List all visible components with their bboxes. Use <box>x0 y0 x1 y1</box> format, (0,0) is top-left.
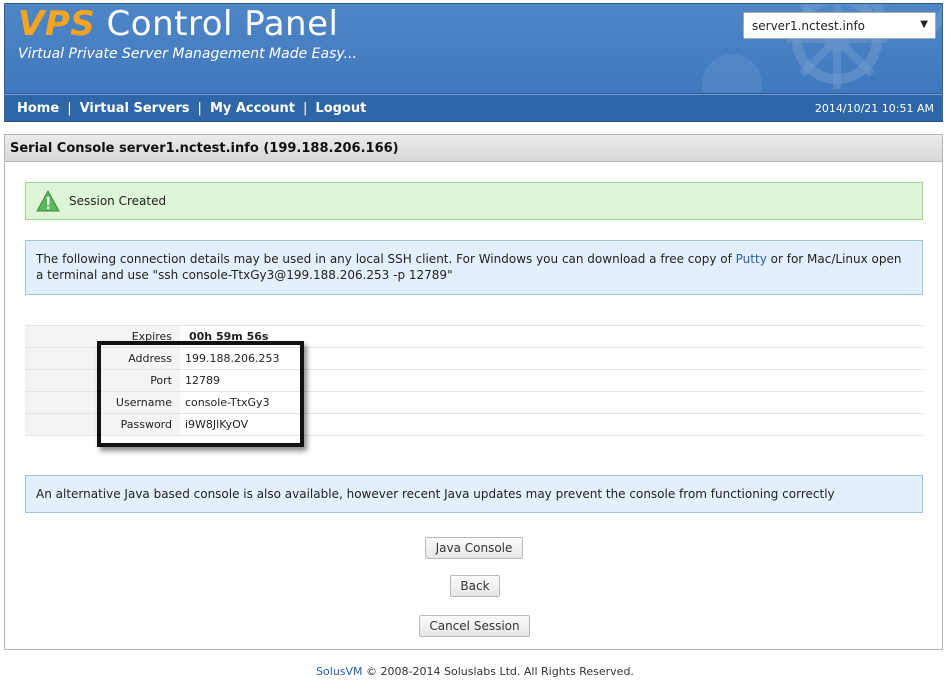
detail-value: console-TtxGy3 <box>180 391 923 414</box>
logo-vps: VPS <box>18 4 96 44</box>
java-console-button[interactable]: Java Console <box>425 537 523 559</box>
app-logo[interactable]: VPS Control Panel <box>18 4 338 44</box>
datetime: 2014/10/21 10:51 AM <box>814 102 934 115</box>
tagline: Virtual Private Server Management Made E… <box>18 46 357 62</box>
detail-label: Port <box>25 369 180 392</box>
connection-info-text: The following connection details may be … <box>36 252 736 266</box>
warning-triangle-icon <box>36 190 60 212</box>
nav-separator: | <box>197 101 202 116</box>
table-row: Password i9W8JlKyOV <box>25 413 923 436</box>
putty-link[interactable]: Putty <box>736 252 767 266</box>
detail-value: i9W8JlKyOV <box>180 413 923 436</box>
nav-bar: Home | Virtual Servers | My Account | Logout 2… <box>4 94 943 122</box>
nav-separator: | <box>67 101 72 116</box>
detail-value: 12789 <box>180 369 923 392</box>
detail-label: Username <box>25 391 180 414</box>
connection-info: The following connection details may be … <box>25 240 923 295</box>
nav-my-account[interactable]: My Account <box>210 101 295 116</box>
table-row: Expires 00h 59m 56s <box>25 325 923 348</box>
server-select-value: server1.nctest.info <box>752 19 866 33</box>
nav-separator: | <box>303 101 308 116</box>
table-row: Address 199.188.206.253 <box>25 347 923 370</box>
back-button[interactable]: Back <box>450 575 500 597</box>
nav-logout[interactable]: Logout <box>315 101 366 116</box>
detail-label: Password <box>25 413 180 436</box>
footer-copyright: © 2008-2014 Soluslabs Ltd. All Rights Re… <box>362 665 634 678</box>
detail-value: 00h 59m 56s <box>180 325 923 348</box>
nav-virtual-servers[interactable]: Virtual Servers <box>80 101 190 116</box>
detail-label: Address <box>25 347 180 370</box>
success-alert: Session Created <box>25 182 923 220</box>
java-console-info: An alternative Java based console is als… <box>25 475 923 513</box>
success-message: Session Created <box>69 194 167 208</box>
detail-label: Expires <box>25 325 180 348</box>
connection-details-table: Expires 00h 59m 56s Address 199.188.206.… <box>25 325 923 436</box>
header-banner: VPS Control Panel Virtual Private Server… <box>4 3 943 94</box>
panel-title: Serial Console server1.nctest.info (199.… <box>5 135 942 162</box>
footer: SolusVM © 2008-2014 Soluslabs Ltd. All R… <box>0 665 950 678</box>
footer-brand: SolusVM <box>316 665 363 678</box>
detail-value: 199.188.206.253 <box>180 347 923 370</box>
logo-text: Control Panel <box>95 4 339 44</box>
serial-console-panel: Serial Console server1.nctest.info (199.… <box>4 134 943 650</box>
table-row: Port 12789 <box>25 369 923 392</box>
cancel-session-button[interactable]: Cancel Session <box>419 615 530 637</box>
server-select[interactable]: server1.nctest.info ▼ <box>743 12 936 39</box>
nav-home[interactable]: Home <box>17 101 59 116</box>
chevron-down-icon: ▼ <box>920 19 928 30</box>
table-row: Username console-TtxGy3 <box>25 391 923 414</box>
